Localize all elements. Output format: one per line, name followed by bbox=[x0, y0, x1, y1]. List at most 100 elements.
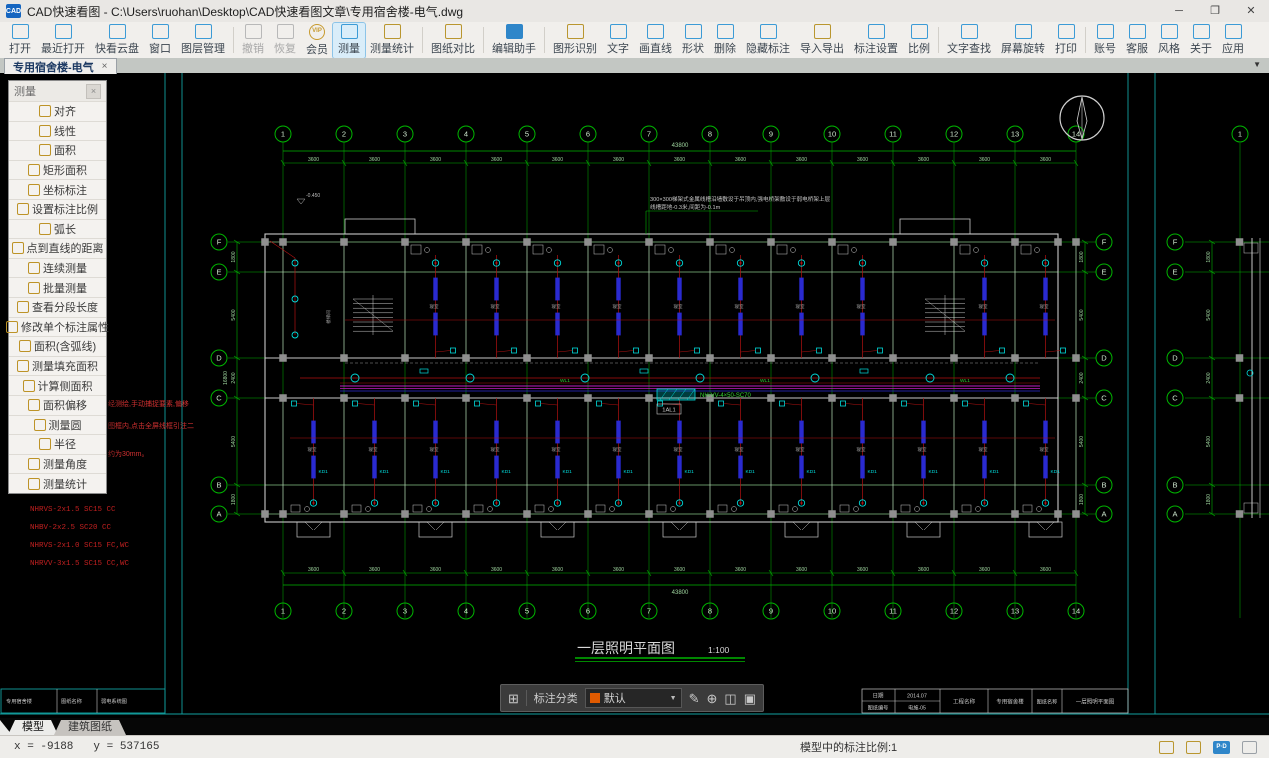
toolbar-button-account[interactable]: 账号 bbox=[1089, 23, 1121, 58]
toolbar-button-print[interactable]: 打印 bbox=[1050, 23, 1082, 58]
svg-text:1AL1: 1AL1 bbox=[662, 408, 676, 414]
toolbar-button-drawing-compare[interactable]: 图纸对比 bbox=[426, 23, 480, 58]
svg-text:3600: 3600 bbox=[979, 157, 990, 163]
measure-tool-segment-length[interactable]: 查看分段长度 bbox=[9, 297, 106, 317]
measure-tool-area[interactable]: 面积 bbox=[9, 140, 106, 160]
tab-model[interactable]: 模型 bbox=[8, 720, 58, 735]
toolbar-button-text[interactable]: 文字 bbox=[602, 23, 634, 58]
svg-text:1800: 1800 bbox=[1079, 251, 1085, 262]
measure-tool-label: 设置标注比例 bbox=[32, 201, 98, 217]
pd-mode-icon[interactable]: P·D bbox=[1213, 741, 1230, 754]
tab-overflow-icon[interactable]: ▼ bbox=[1253, 60, 1261, 69]
toolbar-button-label: 比例 bbox=[908, 40, 930, 56]
toolbar-button-shape-recognize[interactable]: 图形识别 bbox=[548, 23, 602, 58]
tab-close-icon[interactable]: × bbox=[102, 61, 108, 72]
toolbar-button-redo[interactable]: 恢复 bbox=[269, 23, 301, 58]
toolbar-button-edit-assistant[interactable]: 编辑助手 bbox=[487, 23, 541, 58]
svg-text:寝室: 寝室 bbox=[796, 303, 805, 309]
measure-tool-area-offset[interactable]: 面积偏移 bbox=[9, 395, 106, 415]
toolbar-button-cloud[interactable]: 快看云盘 bbox=[90, 23, 144, 58]
move-annotation-icon[interactable]: ⊕ bbox=[707, 692, 718, 705]
svg-text:3600: 3600 bbox=[1040, 567, 1051, 573]
toolbar-button-support[interactable]: 客服 bbox=[1121, 23, 1153, 58]
print-icon bbox=[1058, 24, 1075, 39]
measure-tool-annotation-scale[interactable]: 设置标注比例 bbox=[9, 199, 106, 219]
toolbar-button-import-export[interactable]: 导入导出 bbox=[795, 23, 849, 58]
grid-view-icon[interactable]: ⊞ bbox=[508, 692, 519, 705]
measure-tool-point-to-line[interactable]: 点到直线的距离 bbox=[9, 238, 106, 258]
svg-text:4: 4 bbox=[464, 607, 468, 616]
toolbar-button-open[interactable]: 打开 bbox=[4, 23, 36, 58]
measure-panel-header[interactable]: 测量 × bbox=[9, 81, 106, 101]
tab-architectural-sheets[interactable]: 建筑图纸 bbox=[54, 720, 126, 735]
export-icon[interactable] bbox=[1186, 741, 1201, 754]
measure-tool-label: 测量统计 bbox=[43, 476, 87, 492]
measure-tool-edit-annotation[interactable]: 修改单个标注属性 bbox=[9, 317, 106, 337]
floor-plan-drawing[interactable]: 11223344556677889910101111121213131414FF… bbox=[0, 73, 1269, 718]
window-layout-icon[interactable] bbox=[1159, 741, 1174, 754]
measure-tool-area-arc[interactable]: 面积(含弧线) bbox=[9, 336, 106, 356]
toolbar-button-label: 恢复 bbox=[274, 40, 296, 56]
toolbar-button-style[interactable]: 风格 bbox=[1153, 23, 1185, 58]
toolbar-button-measure-stats[interactable]: 测量统计 bbox=[365, 23, 419, 58]
measure-tool-coordinate[interactable]: 坐标标注 bbox=[9, 179, 106, 199]
toolbar-button-measure[interactable]: 测量 bbox=[333, 23, 365, 58]
measure-tool-label: 测量圆 bbox=[49, 417, 82, 433]
toolbar-button-layers[interactable]: 图层管理 bbox=[176, 23, 230, 58]
svg-text:寝室: 寝室 bbox=[613, 303, 622, 309]
svg-text:寝室: 寝室 bbox=[918, 446, 927, 452]
style-icon bbox=[1161, 24, 1178, 39]
svg-text:E: E bbox=[1101, 268, 1106, 277]
cad-canvas[interactable]: 11223344556677889910101111121213131414FF… bbox=[0, 73, 1269, 718]
toolbar-button-annotation-settings[interactable]: 标注设置 bbox=[849, 23, 903, 58]
measure-tool-circle[interactable]: 测量圆 bbox=[9, 415, 106, 435]
measure-tool-batch[interactable]: 批量测量 bbox=[9, 277, 106, 297]
measure-tool-arc-length[interactable]: 弧长 bbox=[9, 219, 106, 239]
svg-text:KD1: KD1 bbox=[502, 469, 512, 475]
toolbar-button-label: 删除 bbox=[714, 40, 736, 56]
toolbar-button-recent[interactable]: 最近打开 bbox=[36, 23, 90, 58]
measure-panel-close-icon[interactable]: × bbox=[86, 84, 101, 99]
model-annotation-scale: 模型中的标注比例:1 bbox=[800, 739, 897, 755]
toolbar-button-draw-line[interactable]: 画直线 bbox=[634, 23, 677, 58]
edit-annotation-icon[interactable]: ✎ bbox=[689, 692, 700, 705]
toolbar-button-shape[interactable]: 形状 bbox=[677, 23, 709, 58]
measure-tool-angle[interactable]: 测量角度 bbox=[9, 454, 106, 474]
toolbar-button-apps[interactable]: 应用 bbox=[1217, 23, 1249, 58]
toolbar-button-vip[interactable]: 会员 bbox=[301, 23, 333, 58]
tab-document[interactable]: 专用宿舍楼-电气 × bbox=[4, 58, 117, 74]
measure-tool-side-area[interactable]: 计算侧面积 bbox=[9, 375, 106, 395]
minimize-button[interactable]: ─ bbox=[1161, 0, 1197, 22]
toolbar-button-screen-rotate[interactable]: 屏幕旋转 bbox=[996, 23, 1050, 58]
measure-tool-statistics[interactable]: 测量统计 bbox=[9, 473, 106, 493]
measure-tool-continuous[interactable]: 连续测量 bbox=[9, 258, 106, 278]
toolbar-button-hide-annotation[interactable]: 隐藏标注 bbox=[741, 23, 795, 58]
measure-tool-align[interactable]: 对齐 bbox=[9, 101, 106, 121]
svg-text:2: 2 bbox=[342, 130, 346, 139]
measure-tool-rect-area[interactable]: 矩形面积 bbox=[9, 160, 106, 180]
measure-tool-linear[interactable]: 线性 bbox=[9, 121, 106, 141]
toolbar-button-window[interactable]: 窗口 bbox=[144, 23, 176, 58]
measure-tool-fill-area[interactable]: 测量填充面积 bbox=[9, 356, 106, 376]
svg-text:3600: 3600 bbox=[552, 157, 563, 163]
svg-text:3600: 3600 bbox=[735, 567, 746, 573]
svg-text:3600: 3600 bbox=[1040, 157, 1051, 163]
layers-icon bbox=[195, 24, 212, 39]
close-button[interactable]: ✕ bbox=[1233, 0, 1269, 22]
paste-annotation-icon[interactable]: ▣ bbox=[744, 692, 756, 705]
toolbar-button-scale[interactable]: 比例 bbox=[903, 23, 935, 58]
panel-toggle-icon[interactable] bbox=[1242, 741, 1257, 754]
maximize-button[interactable]: ❐ bbox=[1197, 0, 1233, 22]
toolbar-button-about[interactable]: 关于 bbox=[1185, 23, 1217, 58]
support-icon bbox=[1129, 24, 1146, 39]
copy-annotation-icon[interactable]: ◫ bbox=[724, 692, 736, 705]
svg-text:KD1: KD1 bbox=[441, 469, 451, 475]
svg-text:NHRVS-2x1.0 SC15 FC,WC: NHRVS-2x1.0 SC15 FC,WC bbox=[30, 542, 130, 550]
toolbar-button-undo[interactable]: 撤销 bbox=[237, 23, 269, 58]
toolbar-button-text-search[interactable]: 文字查找 bbox=[942, 23, 996, 58]
measure-tool-radius[interactable]: 半径 bbox=[9, 434, 106, 454]
svg-text:寝室: 寝室 bbox=[796, 446, 805, 452]
toolbar-button-label: 应用 bbox=[1222, 40, 1244, 56]
toolbar-button-erase[interactable]: 删除 bbox=[709, 23, 741, 58]
category-dropdown[interactable]: 默认 ▼ bbox=[585, 688, 682, 708]
